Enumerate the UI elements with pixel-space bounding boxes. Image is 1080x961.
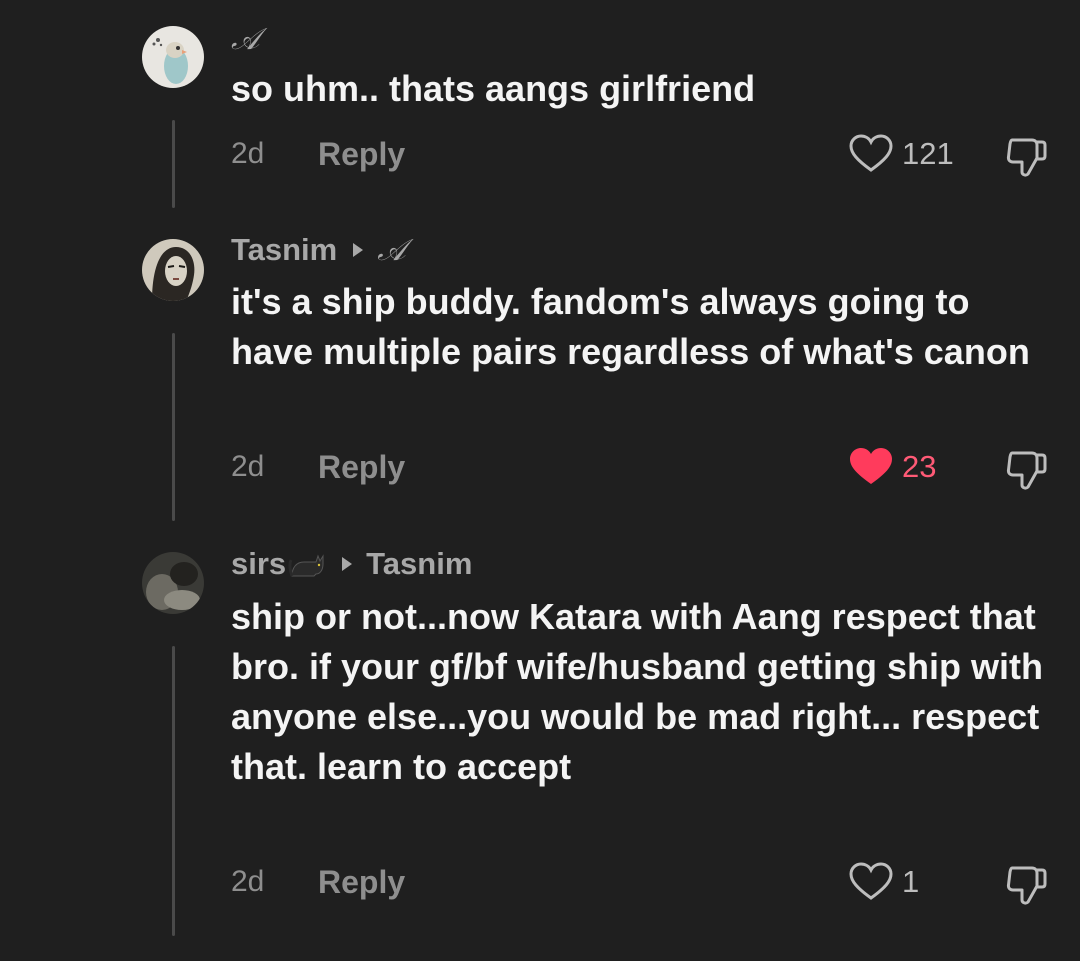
thread-line bbox=[172, 333, 175, 521]
comment-actions: 2d Reply 121 bbox=[231, 134, 1050, 177]
reply-button[interactable]: Reply bbox=[318, 862, 405, 902]
thread-line bbox=[172, 646, 175, 936]
reply-arrow-icon bbox=[342, 557, 353, 571]
username[interactable]: Tasnim bbox=[231, 232, 337, 268]
dislike-button[interactable] bbox=[1004, 864, 1050, 906]
reply-button[interactable]: Reply bbox=[318, 134, 405, 174]
dislike-button[interactable] bbox=[1004, 449, 1050, 491]
thumbs-down-icon bbox=[1006, 138, 1047, 177]
thread-line bbox=[172, 120, 175, 208]
heart-filled-icon bbox=[850, 448, 892, 484]
like-button[interactable]: 121 bbox=[848, 134, 954, 174]
like-count: 23 bbox=[902, 449, 937, 484]
reply-to-username[interactable]: Tasnim bbox=[366, 546, 472, 582]
username[interactable]: sirs bbox=[231, 546, 286, 582]
like-count: 121 bbox=[902, 136, 954, 171]
comment-header: Tasnim 𝒜 bbox=[231, 232, 406, 268]
avatar[interactable] bbox=[142, 239, 204, 301]
like-button[interactable]: 23 bbox=[848, 447, 936, 487]
timestamp: 2d bbox=[231, 450, 265, 483]
comment-text: so uhm.. thats aangs girlfriend bbox=[231, 68, 756, 109]
avatar[interactable] bbox=[142, 552, 204, 614]
comment-header: 𝒜 bbox=[231, 22, 259, 57]
heart-outline-icon bbox=[849, 134, 893, 172]
black-cat-emoji-icon bbox=[288, 554, 324, 577]
reply-arrow-icon bbox=[353, 243, 364, 257]
thumbs-down-icon bbox=[1006, 451, 1047, 490]
comment-text: it's a ship buddy. fandom's always going… bbox=[231, 281, 1030, 372]
thumbs-down-icon bbox=[1006, 866, 1047, 905]
username[interactable]: 𝒜 bbox=[231, 22, 259, 57]
comment-text: ship or not...now Katara with Aang respe… bbox=[231, 596, 1043, 787]
timestamp: 2d bbox=[231, 865, 265, 898]
like-button[interactable]: 1 bbox=[848, 862, 919, 902]
heart-outline-icon bbox=[849, 862, 893, 900]
comment-actions: 2d Reply 1 bbox=[231, 862, 1050, 905]
timestamp: 2d bbox=[231, 137, 265, 170]
comment-header: sirs Tasnim bbox=[231, 546, 472, 582]
like-count: 1 bbox=[902, 864, 920, 899]
avatar[interactable] bbox=[142, 26, 204, 88]
reply-button[interactable]: Reply bbox=[318, 447, 405, 487]
reply-to-username[interactable]: 𝒜 bbox=[377, 233, 405, 268]
dislike-button[interactable] bbox=[1004, 136, 1050, 178]
comment-actions: 2d Reply 23 bbox=[231, 447, 1050, 490]
